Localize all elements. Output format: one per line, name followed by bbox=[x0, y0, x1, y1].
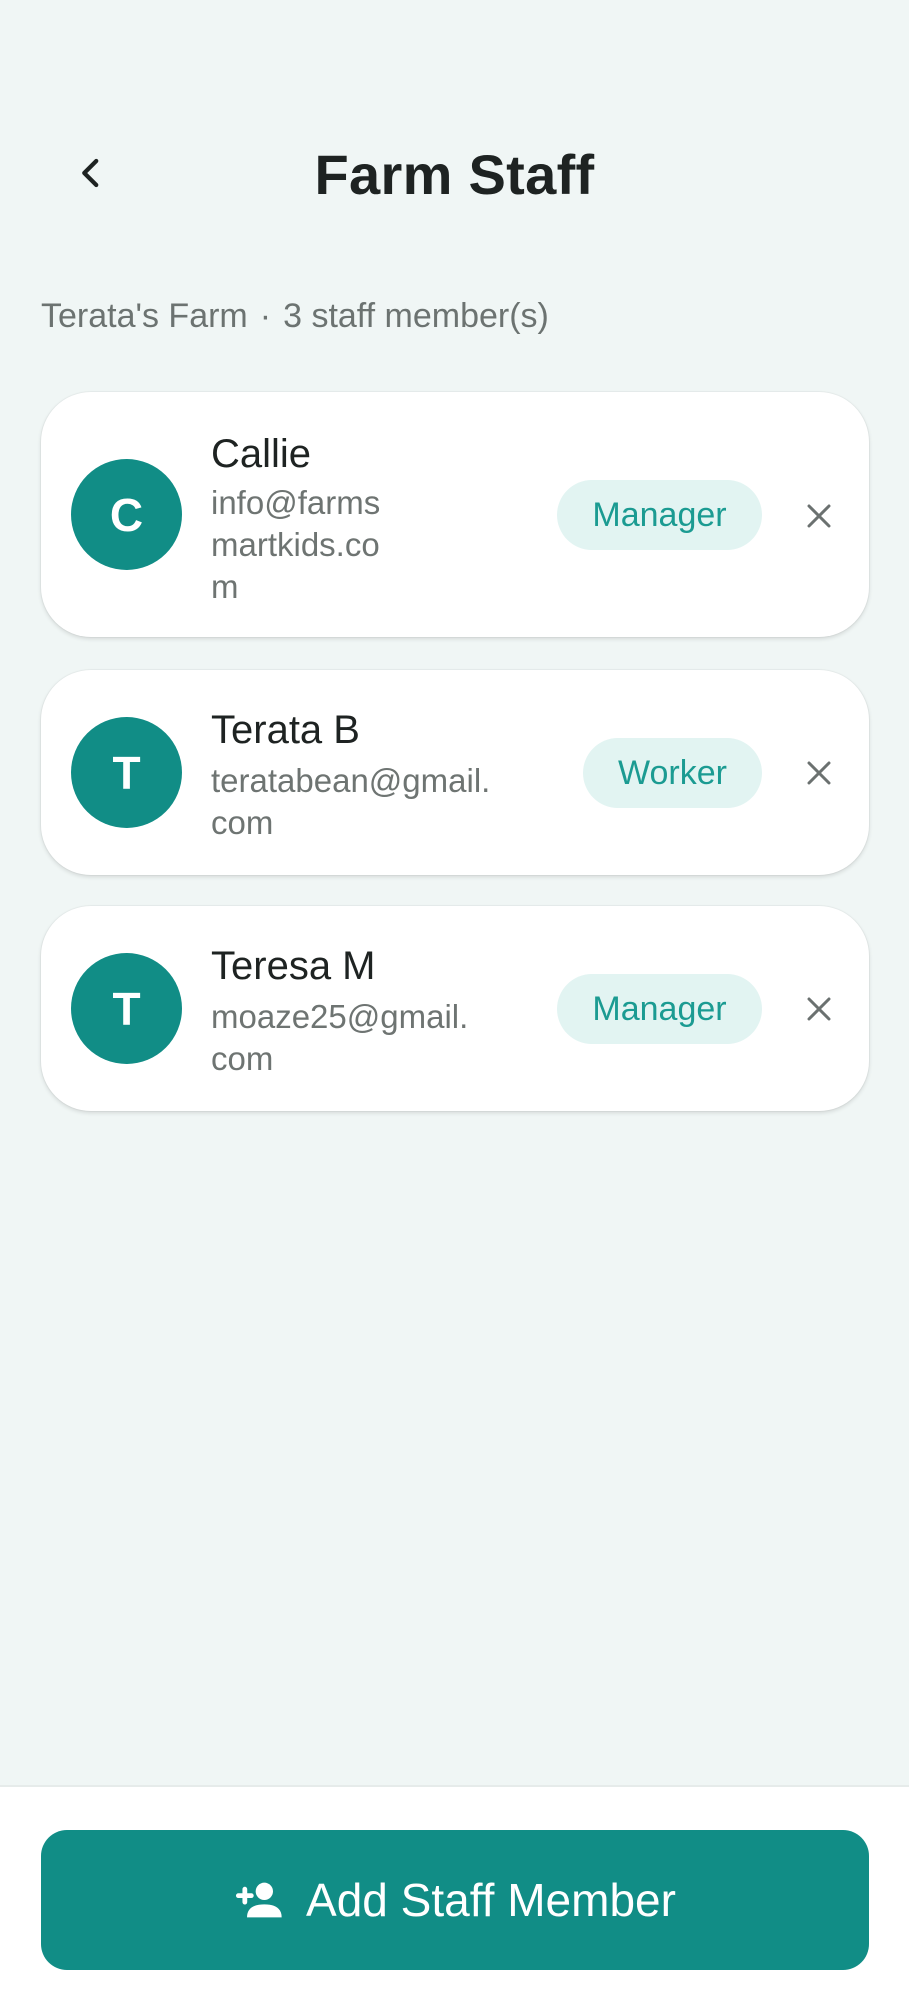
remove-staff-button[interactable] bbox=[791, 745, 847, 801]
close-icon bbox=[807, 761, 831, 785]
farm-staff-screen: Farm Staff Terata's Farm · 3 staff member(… bbox=[0, 0, 909, 2000]
role-badge[interactable]: Manager bbox=[557, 480, 762, 550]
page-title: Farm Staff bbox=[314, 143, 595, 206]
staff-card: T Terata B teratabean@gmail.com Worker bbox=[41, 670, 869, 875]
farm-name: Terata's Farm bbox=[41, 297, 248, 335]
remove-staff-button[interactable] bbox=[791, 981, 847, 1037]
close-icon bbox=[807, 997, 831, 1021]
staff-name: Callie bbox=[211, 432, 312, 476]
staff-email: teratabean@gmail.com bbox=[211, 762, 491, 841]
staff-email: info@farmsmartkids.com bbox=[211, 484, 381, 605]
staff-card: T Teresa M moaze25@gmail.com Manager bbox=[41, 906, 869, 1111]
staff-summary: Terata's Farm · 3 staff member(s) bbox=[41, 297, 549, 336]
header: Farm Staff bbox=[0, 0, 909, 250]
add-staff-label: Add Staff Member bbox=[306, 1874, 676, 1926]
close-icon bbox=[807, 504, 831, 528]
staff-card: C Callie info@farmsmartkids.com Manager bbox=[41, 392, 869, 637]
staff-count: 3 staff member(s) bbox=[283, 297, 549, 335]
staff-name: Teresa M bbox=[211, 944, 376, 988]
summary-separator: · bbox=[259, 297, 272, 335]
add-staff-button[interactable]: Add Staff Member bbox=[41, 1830, 869, 1970]
staff-name: Terata B bbox=[211, 708, 360, 752]
avatar: C bbox=[71, 459, 182, 570]
avatar: T bbox=[71, 717, 182, 828]
avatar: T bbox=[71, 953, 182, 1064]
bottom-action-bar: Add Staff Member bbox=[0, 1785, 909, 2000]
person-add-icon bbox=[235, 1882, 282, 1918]
remove-staff-button[interactable] bbox=[791, 488, 847, 544]
staff-email: moaze25@gmail.com bbox=[211, 998, 469, 1077]
role-badge[interactable]: Worker bbox=[583, 738, 762, 808]
role-badge[interactable]: Manager bbox=[557, 974, 762, 1044]
